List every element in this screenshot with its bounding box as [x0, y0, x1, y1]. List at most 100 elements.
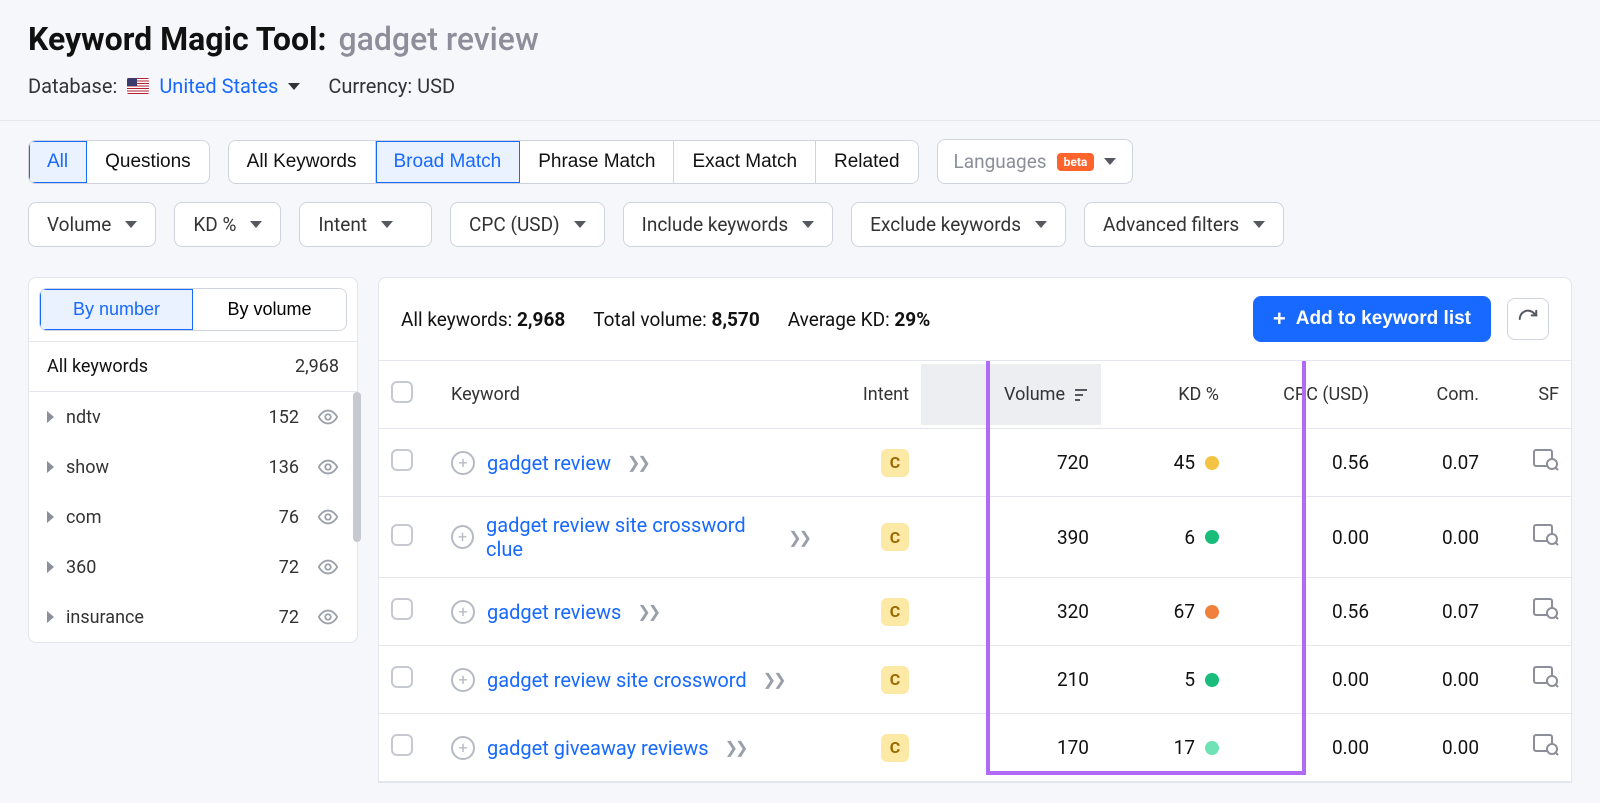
filter-include-label: Include keywords	[642, 213, 789, 236]
tab-related[interactable]: Related	[816, 141, 918, 183]
intent-cell: C	[821, 433, 921, 493]
add-keyword-icon[interactable]: +	[451, 600, 475, 624]
eye-icon[interactable]	[317, 606, 339, 628]
sidebar-item[interactable]: 36072	[29, 542, 357, 592]
keyword-link[interactable]: gadget reviews	[487, 600, 621, 624]
com-cell: 0.00	[1381, 720, 1491, 775]
database-selector[interactable]: Database: United States	[28, 74, 300, 98]
row-checkbox[interactable]	[391, 524, 413, 546]
serp-features-icon[interactable]	[1533, 666, 1559, 688]
cpc-cell: 0.00	[1231, 510, 1381, 565]
filter-kd[interactable]: KD %	[174, 202, 281, 247]
sidebar-header[interactable]: All keywords 2,968	[29, 341, 357, 392]
sidebar-scrollbar[interactable]	[353, 392, 361, 542]
filter-intent[interactable]: Intent	[299, 202, 432, 247]
sidebar-item[interactable]: show136	[29, 442, 357, 492]
tab-all-keywords[interactable]: All Keywords	[229, 141, 376, 183]
column-cpc[interactable]: CPC (USD)	[1231, 364, 1381, 425]
chevron-down-icon	[1253, 221, 1265, 228]
languages-dropdown[interactable]: Languages beta	[937, 139, 1134, 184]
eye-icon[interactable]	[317, 556, 339, 578]
kd-difficulty-dot	[1205, 530, 1219, 544]
tab-phrase-match[interactable]: Phrase Match	[520, 141, 674, 183]
serp-features-icon[interactable]	[1533, 734, 1559, 756]
column-intent[interactable]: Intent	[821, 364, 921, 425]
double-chevron-icon: ❯❯	[627, 453, 648, 472]
table-row: +gadget review site crossword❯❯C21050.00…	[379, 646, 1571, 714]
serp-features-icon[interactable]	[1533, 598, 1559, 620]
sidebar-item-count: 152	[269, 407, 299, 428]
chevron-right-icon	[47, 611, 54, 623]
add-button-label: Add to keyword list	[1296, 308, 1471, 330]
column-sf[interactable]: SF	[1491, 364, 1571, 425]
keyword-link[interactable]: gadget giveaway reviews	[487, 736, 709, 760]
table-row: +gadget reviews❯❯C320670.560.07	[379, 578, 1571, 646]
kd-cell: 5	[1101, 652, 1231, 707]
cpc-cell: 0.56	[1231, 435, 1381, 490]
column-kd[interactable]: KD %	[1101, 364, 1231, 425]
refresh-button[interactable]	[1507, 298, 1549, 340]
tab-broad-match[interactable]: Broad Match	[376, 141, 521, 183]
filter-include[interactable]: Include keywords	[623, 202, 834, 247]
filter-advanced[interactable]: Advanced filters	[1084, 202, 1284, 247]
row-checkbox[interactable]	[391, 666, 413, 688]
page-title-row: Keyword Magic Tool: gadget review	[28, 20, 1572, 58]
serp-features-icon[interactable]	[1533, 449, 1559, 471]
sf-cell	[1491, 650, 1571, 709]
keyword-cell: +gadget reviews❯❯	[439, 584, 821, 640]
filter-exclude[interactable]: Exclude keywords	[851, 202, 1066, 247]
com-cell: 0.00	[1381, 510, 1491, 565]
intent-badge: C	[881, 598, 909, 626]
eye-icon[interactable]	[317, 456, 339, 478]
kd-cell: 17	[1101, 720, 1231, 775]
sidebar-by-number[interactable]: By number	[40, 289, 193, 330]
add-keyword-icon[interactable]: +	[451, 525, 474, 549]
languages-label: Languages	[954, 150, 1047, 173]
sidebar-item[interactable]: com76	[29, 492, 357, 542]
row-checkbox[interactable]	[391, 598, 413, 620]
volume-cell: 320	[921, 584, 1101, 639]
filter-volume[interactable]: Volume	[28, 202, 156, 247]
tab-all[interactable]: All	[29, 141, 87, 183]
volume-cell: 170	[921, 720, 1101, 775]
sidebar-item-count: 136	[269, 457, 299, 478]
double-chevron-icon: ❯❯	[763, 670, 784, 689]
row-checkbox[interactable]	[391, 734, 413, 756]
sidebar-item[interactable]: insurance72	[29, 592, 357, 642]
sort-desc-icon	[1073, 387, 1089, 403]
intent-cell: C	[821, 582, 921, 642]
keyword-link[interactable]: gadget review site crossword	[487, 668, 747, 692]
filter-cpc[interactable]: CPC (USD)	[450, 202, 605, 247]
select-all-checkbox[interactable]	[391, 381, 413, 403]
currency-value: USD	[417, 74, 455, 98]
column-keyword[interactable]: Keyword	[439, 364, 821, 425]
table-header: Keyword Intent Volume KD % CPC (USD) Com…	[379, 361, 1571, 429]
intent-cell: C	[821, 718, 921, 778]
chevron-down-icon	[250, 221, 262, 228]
add-keyword-icon[interactable]: +	[451, 451, 475, 475]
sidebar-item[interactable]: ndtv152	[29, 392, 357, 442]
kd-difficulty-dot	[1205, 741, 1219, 755]
database-value: United States	[159, 74, 278, 98]
sidebar-by-volume[interactable]: By volume	[193, 289, 346, 330]
column-volume[interactable]: Volume	[921, 364, 1101, 425]
intent-badge: C	[881, 734, 909, 762]
keyword-link[interactable]: gadget review	[487, 451, 611, 475]
chevron-right-icon	[47, 411, 54, 423]
row-checkbox[interactable]	[391, 449, 413, 471]
add-keyword-icon[interactable]: +	[451, 736, 475, 760]
column-com[interactable]: Com.	[1381, 364, 1491, 425]
sf-cell	[1491, 508, 1571, 567]
tab-exact-match[interactable]: Exact Match	[674, 141, 816, 183]
segment-question-toggle: All Questions	[28, 140, 210, 184]
add-to-keyword-list-button[interactable]: +Add to keyword list	[1253, 296, 1491, 342]
filter-volume-label: Volume	[47, 213, 111, 236]
keyword-link[interactable]: gadget review site crossword clue	[486, 513, 772, 561]
eye-icon[interactable]	[317, 406, 339, 428]
serp-features-icon[interactable]	[1533, 524, 1559, 546]
add-keyword-icon[interactable]: +	[451, 668, 475, 692]
double-chevron-icon: ❯❯	[788, 528, 809, 547]
eye-icon[interactable]	[317, 506, 339, 528]
com-cell: 0.07	[1381, 584, 1491, 639]
tab-questions[interactable]: Questions	[87, 141, 209, 183]
